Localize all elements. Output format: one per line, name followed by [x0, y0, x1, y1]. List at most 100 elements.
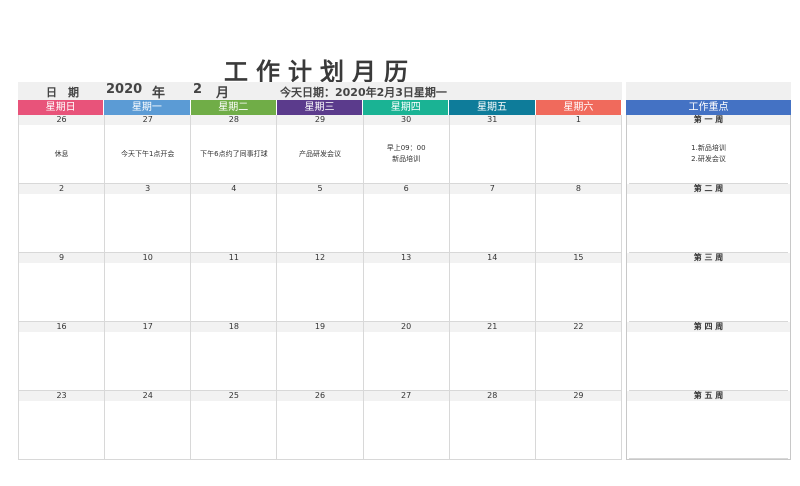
- day-event-cell[interactable]: [534, 332, 622, 391]
- day-event-cell[interactable]: [190, 263, 277, 322]
- event-cell-row: [18, 194, 622, 253]
- day-event-cell[interactable]: [362, 401, 449, 460]
- day-number: 2: [18, 184, 104, 194]
- day-event-cell[interactable]: [18, 401, 105, 460]
- day-event-cell[interactable]: 休息: [18, 125, 105, 184]
- focus-week-label: 第 三 周: [627, 253, 790, 263]
- day-event-cell[interactable]: 产品研发会议: [276, 125, 363, 184]
- focus-week-note[interactable]: [629, 401, 788, 459]
- date-label: 日 期: [46, 86, 79, 99]
- day-event-cell[interactable]: [190, 332, 277, 391]
- day-event-cell[interactable]: [534, 401, 622, 460]
- day-event-cell[interactable]: 下午6点约了同事打球: [190, 125, 277, 184]
- day-event-cell[interactable]: [276, 332, 363, 391]
- day-number: 10: [104, 253, 190, 263]
- weekday-header-5: 星期五: [449, 100, 536, 115]
- day-event-cell[interactable]: [362, 194, 449, 253]
- month-value[interactable]: 2: [193, 82, 202, 97]
- event-cell-row: [18, 263, 622, 322]
- day-number-row: 2345678: [18, 184, 622, 194]
- sidebar-header: 工作重点: [626, 100, 791, 115]
- work-focus-sidebar: 第 一 周 1.新品培训 2.研发会议第 二 周第 三 周第 四 周第 五 周: [626, 115, 791, 460]
- focus-week-5: 第 五 周: [626, 391, 791, 460]
- day-event-cell[interactable]: 今天下午1点开会: [104, 125, 191, 184]
- day-number-row: 16 17 18 19 20 21 22: [18, 322, 622, 332]
- month-unit: 月: [216, 86, 230, 101]
- day-number: 19: [276, 322, 362, 332]
- day-event-cell[interactable]: 早上09：00 新品培训: [362, 125, 449, 184]
- day-number: 11: [190, 253, 276, 263]
- day-event-cell[interactable]: [190, 401, 277, 460]
- day-number: 20: [362, 322, 449, 332]
- focus-week-3: 第 三 周: [626, 253, 791, 322]
- weekday-header-4: 星期四: [363, 100, 450, 115]
- focus-week-4: 第 四 周: [626, 322, 791, 391]
- year-value[interactable]: 2020: [106, 82, 142, 97]
- day-number: 29: [534, 391, 622, 401]
- event-cell-row: [18, 332, 622, 391]
- calendar-grid: 26 27 28 29 30 31 1 休息 今天下午1点开会 下午6点约了同事打球 产品研发会议早…: [18, 115, 622, 460]
- sidebar-top-bar: [626, 82, 791, 100]
- day-event-cell[interactable]: [448, 401, 535, 460]
- day-number: 6: [362, 184, 449, 194]
- day-number: 13: [362, 253, 449, 263]
- day-number: 3: [104, 184, 190, 194]
- day-event-cell[interactable]: [362, 332, 449, 391]
- calendar-week-1: 26 27 28 29 30 31 1 休息 今天下午1点开会 下午6点约了同事打球 产品研发会议早…: [18, 115, 622, 184]
- day-number: 30: [362, 115, 449, 125]
- day-number: 18: [190, 322, 276, 332]
- day-number: 26: [18, 115, 104, 125]
- calendar-week-3: 9 10 11 12 13 14 15: [18, 253, 622, 322]
- day-event-cell[interactable]: [276, 263, 363, 322]
- focus-week-note[interactable]: [629, 263, 788, 322]
- day-number: 15: [534, 253, 622, 263]
- day-number: 28: [448, 391, 535, 401]
- weekday-header-row: 星期日 星期一 星期二 星期三 星期四 星期五 星期六: [18, 100, 622, 115]
- day-event-cell[interactable]: [18, 263, 105, 322]
- focus-week-note[interactable]: 1.新品培训 2.研发会议: [629, 125, 788, 184]
- day-event-cell[interactable]: [362, 263, 449, 322]
- day-number: 17: [104, 322, 190, 332]
- day-number: 31: [448, 115, 535, 125]
- day-number: 14: [448, 253, 535, 263]
- day-event-cell[interactable]: [276, 401, 363, 460]
- day-event-cell[interactable]: [448, 332, 535, 391]
- day-event-cell[interactable]: [104, 401, 191, 460]
- focus-week-note[interactable]: [629, 332, 788, 391]
- day-number-row: 23 24 25 26 27 28 29: [18, 391, 622, 401]
- today-date: 今天日期：2020年2月3日星期一: [280, 86, 447, 99]
- day-event-cell[interactable]: [190, 194, 277, 253]
- day-event-cell[interactable]: [104, 263, 191, 322]
- day-event-cell[interactable]: [276, 194, 363, 253]
- day-number: 16: [18, 322, 104, 332]
- day-number: 12: [276, 253, 362, 263]
- year-unit: 年: [152, 86, 166, 101]
- day-number: 4: [190, 184, 276, 194]
- calendar-week-4: 16 17 18 19 20 21 22: [18, 322, 622, 391]
- day-number: 5: [276, 184, 362, 194]
- event-cell-row: 休息 今天下午1点开会 下午6点约了同事打球 产品研发会议 早上09：00 新品培训: [18, 125, 622, 184]
- day-number: 25: [190, 391, 276, 401]
- day-event-cell[interactable]: [448, 263, 535, 322]
- calendar-week-5: 23 24 25 26 27 28 29: [18, 391, 622, 460]
- day-event-cell[interactable]: [18, 332, 105, 391]
- day-number: 8: [534, 184, 622, 194]
- day-number: 29: [276, 115, 362, 125]
- focus-week-label: 第 四 周: [627, 322, 790, 332]
- day-event-cell[interactable]: [534, 125, 622, 184]
- day-event-cell[interactable]: [104, 194, 191, 253]
- focus-week-2: 第 二 周: [626, 184, 791, 253]
- event-cell-row: [18, 401, 622, 460]
- day-number-row: 26 27 28 29 30 31 1: [18, 115, 622, 125]
- day-event-cell[interactable]: [18, 194, 105, 253]
- day-event-cell[interactable]: [104, 332, 191, 391]
- day-event-cell[interactable]: [534, 263, 622, 322]
- day-event-cell[interactable]: [448, 125, 535, 184]
- day-event-cell[interactable]: [534, 194, 622, 253]
- day-number: 27: [104, 115, 190, 125]
- weekday-header-6: 星期六: [535, 100, 622, 115]
- day-number: 9: [18, 253, 104, 263]
- day-number: 26: [276, 391, 362, 401]
- focus-week-note[interactable]: [629, 194, 788, 253]
- day-event-cell[interactable]: [448, 194, 535, 253]
